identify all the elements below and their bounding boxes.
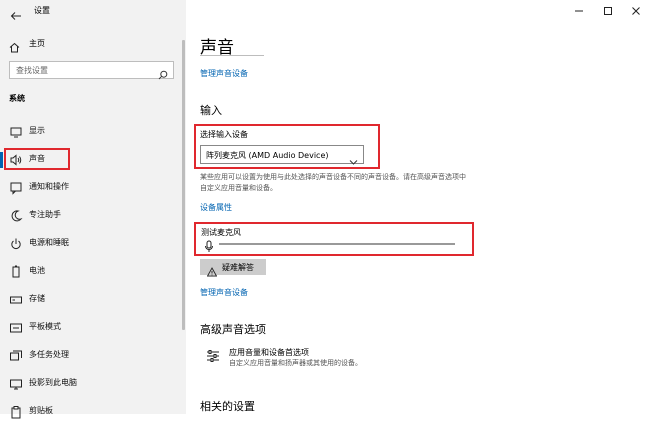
advanced-heading: 高级声音选项	[200, 323, 266, 336]
search-input[interactable]: 查找设置	[9, 61, 174, 80]
sliders-icon	[206, 348, 220, 362]
close-icon[interactable]	[629, 3, 643, 17]
sidebar-scrollbar[interactable]	[182, 40, 185, 330]
device-properties-link[interactable]: 设备属性	[200, 202, 232, 213]
sidebar-item-label: 电池	[29, 266, 45, 275]
input-description: 某些应用可以设置为使用与此处选择的声音设备不同的声音设备。请在高级声音选项中自定…	[200, 173, 466, 192]
moon-icon	[9, 208, 23, 222]
related-heading: 相关的设置	[200, 400, 255, 413]
window-title: 设置	[34, 6, 50, 15]
sidebar-item-label: 平板模式	[29, 322, 61, 331]
tablet-icon	[9, 320, 23, 334]
title-divider	[200, 55, 264, 56]
minimize-icon[interactable]	[572, 3, 586, 17]
sidebar-item-notifications[interactable]: 通知和操作	[0, 175, 186, 201]
home-label: 主页	[29, 39, 45, 48]
sidebar-item-label: 剪贴板	[29, 406, 53, 415]
home-icon	[9, 38, 20, 53]
highlight-box-test-mic	[194, 222, 474, 256]
input-heading: 输入	[200, 104, 222, 117]
project-icon	[9, 376, 23, 390]
multitask-icon	[9, 348, 23, 362]
storage-icon	[9, 292, 23, 306]
sidebar-item-clipboard[interactable]: 剪贴板	[0, 399, 186, 425]
app-volume-desc: 自定义应用音量和扬声器或其使用的设备。	[229, 359, 362, 367]
highlight-box-input-device	[194, 124, 380, 169]
sidebar-item-battery[interactable]: 电池	[0, 259, 186, 285]
warning-icon	[206, 262, 218, 277]
manage-sound-devices-link-bottom[interactable]: 管理声音设备	[200, 287, 248, 298]
highlight-box-sound	[4, 148, 70, 170]
manage-sound-devices-link[interactable]: 管理声音设备	[200, 68, 248, 79]
sidebar-item-label: 专注助手	[29, 210, 61, 219]
sidebar-item-display[interactable]: 显示	[0, 119, 186, 145]
selected-indicator	[0, 152, 3, 168]
power-icon	[9, 236, 23, 250]
sidebar-item-label: 存储	[29, 294, 45, 303]
display-icon	[9, 124, 23, 138]
back-arrow-icon[interactable]	[10, 6, 22, 20]
sidebar-home[interactable]: 主页	[0, 36, 186, 53]
search-icon[interactable]	[158, 65, 168, 80]
sidebar-item-label: 显示	[29, 126, 45, 135]
sidebar-item-power[interactable]: 电源和睡眠	[0, 231, 186, 257]
troubleshoot-button[interactable]: 疑难解答	[200, 259, 266, 277]
sidebar: 设置 主页 查找设置 系统 显示 声音 通知和操作 专注助手 电源和睡眠 电池 …	[0, 0, 186, 419]
troubleshoot-label: 疑难解答	[222, 263, 254, 272]
clipboard-icon	[9, 404, 23, 419]
maximize-icon[interactable]	[601, 3, 615, 17]
notification-icon	[9, 180, 23, 195]
sidebar-item-focus[interactable]: 专注助手	[0, 203, 186, 229]
battery-icon	[9, 264, 23, 278]
sidebar-item-label: 通知和操作	[29, 182, 69, 191]
sidebar-item-multitasking[interactable]: 多任务处理	[0, 343, 186, 369]
sidebar-item-label: 投影到此电脑	[29, 378, 77, 387]
search-placeholder: 查找设置	[16, 66, 48, 75]
app-volume-preferences[interactable]: 应用音量和设备首选项 自定义应用音量和扬声器或其使用的设备。	[200, 345, 400, 371]
sidebar-item-storage[interactable]: 存储	[0, 287, 186, 313]
sidebar-item-project[interactable]: 投影到此电脑	[0, 371, 186, 397]
section-label: 系统	[9, 94, 25, 103]
sidebar-item-label: 多任务处理	[29, 350, 69, 359]
sidebar-item-label: 电源和睡眠	[29, 238, 69, 247]
app-volume-title: 应用音量和设备首选项	[229, 348, 309, 357]
sidebar-item-tablet[interactable]: 平板模式	[0, 315, 186, 341]
